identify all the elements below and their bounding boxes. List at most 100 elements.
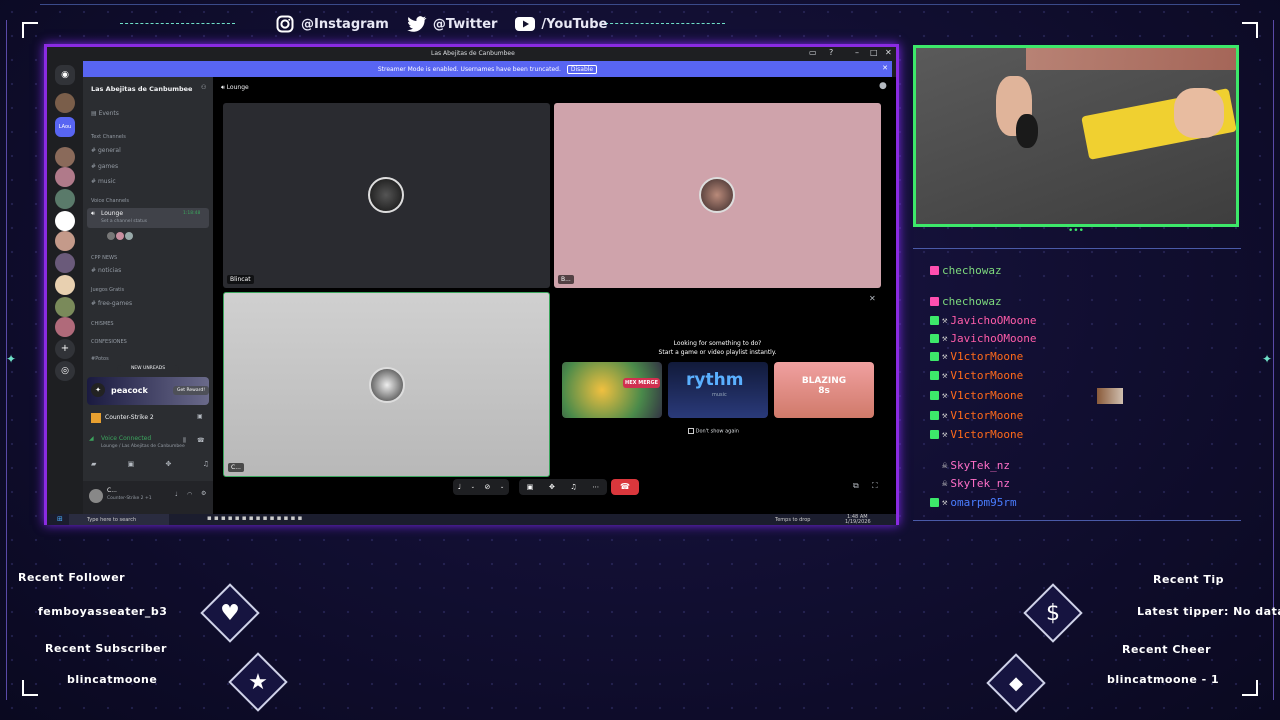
category-juegos-gratis[interactable]: Juegos Gratis bbox=[91, 287, 124, 293]
fullscreen-icon[interactable]: ⛶ bbox=[872, 481, 878, 491]
corner-tl bbox=[22, 22, 38, 38]
chevron-down-icon[interactable]: ⌄ bbox=[500, 484, 504, 490]
taskbar-date[interactable]: 1/19/2026 bbox=[845, 519, 871, 525]
signal-icon[interactable]: ◢ bbox=[89, 435, 94, 442]
chat-bubble-icon[interactable]: ● bbox=[879, 81, 887, 91]
close-icon[interactable]: ✕ bbox=[869, 294, 876, 303]
close-window-icon[interactable]: ✕ bbox=[885, 48, 892, 57]
category-voice-channels[interactable]: Voice Channels bbox=[91, 198, 129, 204]
discord-window: Las Abejitas de Canbumbee ▭ ? – □ ✕ Stre… bbox=[44, 44, 899, 525]
channel-games[interactable]: # games bbox=[91, 163, 118, 170]
windows-start-icon[interactable]: ⊞ bbox=[57, 515, 63, 523]
disable-button[interactable]: Disable bbox=[566, 64, 598, 74]
activity-panel[interactable]: Counter-Strike 2 ▣ bbox=[87, 411, 209, 427]
server-icon[interactable] bbox=[55, 275, 75, 295]
voice-member-avatar[interactable] bbox=[107, 232, 115, 240]
user-name: C... bbox=[107, 487, 117, 494]
new-unreads-pill[interactable]: NEW UNREADS bbox=[117, 365, 179, 373]
video-tile[interactable]: B... bbox=[554, 103, 881, 288]
server-icon[interactable] bbox=[55, 211, 75, 231]
recent-tip-value: Latest tipper: No data bbox=[1137, 605, 1280, 618]
stream-overlay: ✦ ✦ @Instagram @Twitter /YouTube Las Abe… bbox=[0, 0, 1280, 720]
channel-music[interactable]: # music bbox=[91, 178, 116, 185]
help-icon[interactable]: ? bbox=[829, 48, 833, 57]
server-icon[interactable] bbox=[55, 93, 75, 113]
server-icon[interactable] bbox=[55, 147, 75, 167]
category-confesiones[interactable]: CONFESIONES bbox=[91, 339, 127, 345]
recent-tip-label: Recent Tip bbox=[1153, 573, 1224, 586]
events-item[interactable]: ▤ Events bbox=[91, 110, 119, 117]
add-server-icon[interactable]: + bbox=[55, 339, 75, 359]
video-tile[interactable]: C... bbox=[223, 292, 550, 477]
twitter-link[interactable]: @Twitter bbox=[407, 14, 497, 34]
hash-icon: # bbox=[91, 178, 98, 185]
taskbar-apps-icon[interactable]: ▪ ▪ ▪ ▪ ▪ ▪ ▪ ▪ ▪ ▪ ▪ ▪ ▪ ▪ bbox=[207, 514, 302, 522]
chat-message: ⚒ V1ctorMoone bbox=[930, 350, 1023, 363]
cs2-icon bbox=[91, 413, 101, 423]
voice-member-avatar[interactable] bbox=[125, 232, 133, 240]
disconnect-icon[interactable]: ☎ bbox=[197, 437, 204, 444]
category-cpp-news[interactable]: CPP NEWS bbox=[91, 255, 117, 261]
server-name[interactable]: Las Abejitas de Canbumbee bbox=[91, 85, 192, 93]
more-icon[interactable]: ⋯ bbox=[592, 483, 599, 491]
noise-suppression-icon[interactable]: ⫼ bbox=[183, 437, 186, 445]
channel-noticias[interactable]: # noticias bbox=[91, 267, 121, 274]
category-chismes[interactable]: CHISMES bbox=[91, 321, 114, 327]
instagram-link[interactable]: @Instagram bbox=[275, 14, 389, 34]
screen-icon[interactable]: ▣ bbox=[197, 413, 203, 420]
popout-icon[interactable]: ⧉ bbox=[853, 481, 859, 491]
right-node-icon: ✦ bbox=[1262, 352, 1273, 366]
settings-gear-icon[interactable]: ⚙ bbox=[201, 490, 206, 497]
server-icon-active[interactable]: LAou bbox=[55, 117, 75, 137]
activities-icon[interactable]: ✥ bbox=[166, 460, 172, 472]
channel-free-games[interactable]: # free-games bbox=[91, 300, 132, 307]
dont-show-again-checkbox[interactable]: Don't show again bbox=[688, 428, 739, 435]
youtube-link[interactable]: /YouTube bbox=[515, 14, 607, 34]
activity-card[interactable]: rythm music bbox=[668, 362, 768, 418]
avatar[interactable] bbox=[89, 489, 103, 503]
taskbar-search-placeholder: Type here to search bbox=[87, 517, 137, 523]
activity-card[interactable]: HEX MERGE bbox=[562, 362, 662, 418]
channel-general[interactable]: # general bbox=[91, 147, 121, 154]
get-reward-button[interactable]: Get Reward! bbox=[173, 386, 209, 395]
mic-icon[interactable]: ♩ bbox=[458, 483, 461, 491]
voice-channel-lounge[interactable]: 🔊︎ Lounge 1:18:48 Set a channel status bbox=[87, 208, 209, 228]
taskbar-weather[interactable]: Temps to drop bbox=[775, 517, 810, 523]
mic-icon[interactable]: ♩ bbox=[175, 491, 178, 498]
camera-icon[interactable]: ▰ bbox=[91, 460, 96, 472]
chat-username: V1ctorMoone bbox=[950, 369, 1024, 382]
badge-icon bbox=[930, 391, 939, 400]
server-icon[interactable] bbox=[55, 231, 75, 251]
gem-icon: ◆ bbox=[1009, 672, 1023, 694]
video-tile[interactable]: Blincat bbox=[223, 103, 550, 288]
category-potos[interactable]: #Potos bbox=[91, 356, 109, 362]
soundboard-icon[interactable]: ♫ bbox=[203, 460, 209, 472]
add-member-icon[interactable]: ⚇ bbox=[201, 84, 206, 91]
soundboard-icon[interactable]: ♫ bbox=[570, 483, 576, 491]
camera-off-icon[interactable]: ⊘ bbox=[485, 483, 491, 491]
server-icon[interactable] bbox=[55, 317, 75, 337]
server-icon[interactable] bbox=[55, 189, 75, 209]
chevron-down-icon[interactable]: ⌄ bbox=[471, 484, 475, 490]
activities-icon[interactable]: ✥ bbox=[549, 483, 555, 491]
share-screen-icon[interactable]: ▣ bbox=[128, 460, 135, 472]
server-icon[interactable] bbox=[55, 167, 75, 187]
headphones-icon[interactable]: ◠ bbox=[187, 491, 192, 498]
screen-share-icon[interactable]: ▣ bbox=[527, 483, 534, 491]
banner-close-icon[interactable]: ✕ bbox=[882, 64, 888, 72]
hangup-button[interactable]: ☎ bbox=[611, 479, 639, 495]
server-icon[interactable] bbox=[55, 253, 75, 273]
peacock-promo[interactable]: ✦ peacock Get Reward! bbox=[87, 377, 209, 405]
maximize-icon[interactable]: □ bbox=[870, 48, 878, 57]
server-icon[interactable] bbox=[55, 297, 75, 317]
inbox-icon[interactable]: ▭ bbox=[809, 48, 817, 57]
chat-username: omarpm95rm bbox=[950, 496, 1017, 509]
explore-icon[interactable]: ◎ bbox=[55, 361, 75, 381]
chat-bottom-line bbox=[913, 520, 1241, 521]
category-text-channels[interactable]: Text Channels bbox=[91, 134, 126, 140]
voice-member-avatar[interactable] bbox=[116, 232, 124, 240]
activity-card[interactable]: BLAZING 8s bbox=[774, 362, 874, 418]
discord-home-icon[interactable]: ◉ bbox=[55, 65, 75, 85]
minimize-icon[interactable]: – bbox=[855, 48, 859, 57]
voice-location[interactable]: Lounge / Las Abejitas de Canbumbee bbox=[101, 444, 185, 449]
